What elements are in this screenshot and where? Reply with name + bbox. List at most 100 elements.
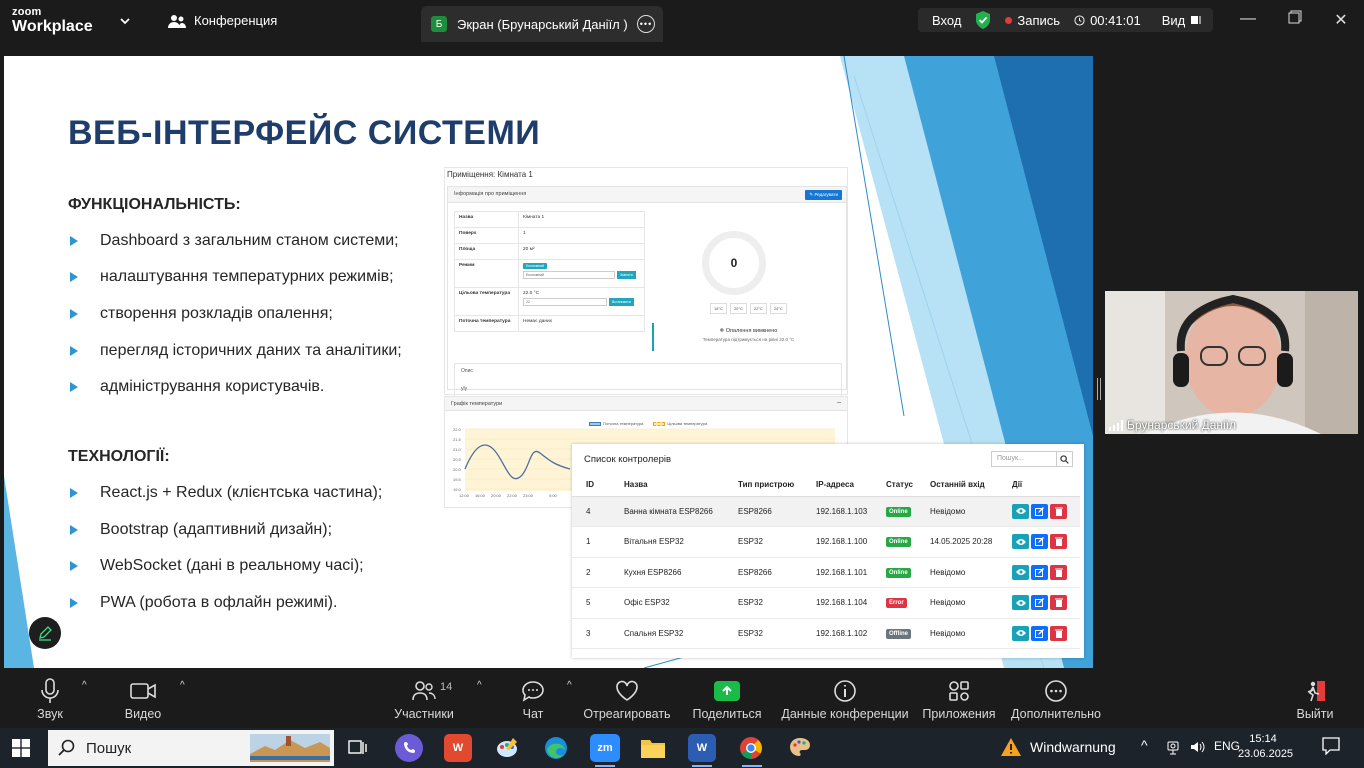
cell-actions	[998, 526, 1080, 558]
x-tick: 16:00	[475, 493, 486, 498]
cell-type: ESP32	[724, 526, 802, 558]
controllers-title: Список контролерів	[584, 454, 672, 465]
wps-office-icon[interactable]: W	[444, 734, 472, 762]
zoom-app-icon[interactable]: zm	[590, 734, 620, 762]
edit-icon	[1031, 595, 1048, 611]
edit-room-button: ✎ Редагувати	[805, 190, 842, 200]
participants-icon	[412, 681, 436, 701]
login-button[interactable]: Вход	[918, 13, 968, 28]
mode-select: Економний	[523, 271, 615, 279]
apps-button[interactable]: Приложения	[904, 678, 1014, 721]
network-camera-icon[interactable]	[1165, 739, 1181, 758]
x-tick: 20:00	[491, 493, 502, 498]
minimize-icon[interactable]: —	[1236, 10, 1260, 28]
windows-start-icon[interactable]	[12, 739, 30, 762]
meeting-info-button[interactable]: Данные конференции	[780, 678, 910, 721]
cell-id: 3	[572, 618, 610, 649]
edge-icon[interactable]	[542, 734, 570, 762]
chevron-down-icon[interactable]	[118, 14, 132, 28]
notifications-icon[interactable]	[1322, 737, 1340, 758]
paint-icon[interactable]	[493, 734, 521, 762]
volume-icon[interactable]	[1190, 739, 1206, 758]
meeting-status-bar: Вход Запись 00:41:01 Вид	[918, 8, 1213, 32]
share-arrow-icon	[714, 681, 740, 701]
zoom-logo: zoom Workplace	[12, 6, 93, 35]
video-camera-icon	[130, 683, 156, 699]
restore-icon[interactable]	[1283, 10, 1307, 29]
cell-actions	[998, 618, 1080, 649]
table-row: 3 Спальня ESP32 ESP32 192.168.1.102 Offline Н…	[572, 618, 1080, 649]
close-icon[interactable]: ✕	[1329, 10, 1353, 30]
bullet-triangle-icon	[70, 236, 78, 246]
cell-ip: 192.168.1.100	[802, 526, 872, 558]
cell-id: 2	[572, 557, 610, 588]
view-eye-icon	[1012, 534, 1029, 550]
taskbar-search[interactable]: Пошук	[48, 730, 334, 766]
react-button[interactable]: Отреагировать	[572, 678, 682, 721]
bullet-triangle-icon	[70, 309, 78, 319]
room-info-card: Інформація про приміщення ✎ Редагувати Н…	[447, 186, 847, 399]
input-language[interactable]: ENG	[1214, 739, 1240, 753]
status-badge: Online	[886, 567, 911, 578]
conference-tab[interactable]: Конференция	[168, 13, 277, 28]
collapse-icon: –	[837, 399, 841, 406]
delete-trash-icon	[1050, 625, 1067, 641]
edit-icon	[1031, 625, 1048, 641]
bullet-triangle-icon	[70, 561, 78, 571]
tray-expand-icon[interactable]: ^	[1141, 737, 1148, 753]
screen-share-tab[interactable]: Б Экран (Брунарський Даніїл ) •••	[421, 6, 663, 42]
splitter-handle[interactable]	[1097, 378, 1101, 400]
conference-label: Конференция	[194, 13, 278, 28]
record-indicator[interactable]: Запись	[998, 13, 1067, 28]
edit-icon	[1031, 503, 1048, 519]
y-tick: 22.0	[453, 427, 462, 432]
viber-icon[interactable]	[395, 734, 423, 762]
participant-name: Брунарський Даніїл	[1109, 418, 1236, 432]
functionality-heading: ФУНКЦІОНАЛЬНІСТЬ:	[68, 196, 241, 213]
list-item: PWA (робота в офлайн режимі).	[68, 594, 337, 612]
view-button[interactable]: Вид	[1148, 13, 1210, 28]
cell-ip: 192.168.1.102	[802, 618, 872, 649]
info-icon	[834, 680, 856, 702]
controllers-table-body: 4 Ванна кімната ESP8266 ESP8266 192.168.1.1…	[572, 496, 1080, 649]
cell-status: Online	[872, 557, 916, 588]
bullet-triangle-icon	[70, 346, 78, 356]
temperature-gauge: 0	[702, 231, 766, 295]
task-view-icon[interactable]	[344, 734, 372, 762]
target-temp-cell: 22.0 °C 22 Встановити	[518, 287, 645, 316]
share-screen-button[interactable]: Поделиться	[672, 678, 782, 721]
encryption-status[interactable]	[968, 11, 998, 29]
cell-actions	[998, 557, 1080, 588]
target-temp-input: 22	[523, 298, 607, 306]
cell-last-login: Невідомо	[916, 496, 998, 527]
apps-icon	[949, 681, 969, 701]
temp-preset-buttons: 18°C 20°C 22°C 24°C	[710, 303, 787, 314]
more-button[interactable]: Дополнительно	[1001, 678, 1111, 721]
search-highlight-image	[250, 734, 330, 762]
list-item: перегляд історичних даних та аналітики;	[68, 342, 402, 360]
cell-last-login: Невідомо	[916, 587, 998, 619]
list-item: Dashboard з загальним станом системи;	[68, 232, 399, 250]
leave-button[interactable]: Выйти	[1270, 678, 1360, 721]
chrome-icon[interactable]	[737, 734, 765, 762]
participants-count: 14	[440, 681, 453, 693]
file-explorer-icon[interactable]	[639, 734, 667, 762]
annotate-pen-button[interactable]	[29, 617, 61, 649]
status-badge: Offline	[886, 628, 911, 639]
word-icon[interactable]: W	[688, 734, 716, 762]
weather-widget[interactable]: Windwarnung	[1000, 737, 1116, 757]
participant-video-tile[interactable]: Брунарський Даніїл	[1105, 291, 1358, 434]
bullet-triangle-icon	[70, 488, 78, 498]
cell-actions	[998, 587, 1080, 619]
clock-icon	[1074, 14, 1085, 26]
x-tick: 12:00	[459, 493, 470, 498]
participants-button[interactable]: Участники	[369, 678, 479, 721]
y-tick: 21.5	[453, 437, 462, 442]
y-tick: 19.0	[453, 487, 462, 492]
zoom-window: zoom Workplace Конференция Б Экран (Брун…	[0, 0, 1364, 768]
cell-name: Офіс ESP32	[610, 587, 724, 619]
paint-palette-icon[interactable]	[786, 734, 814, 762]
taskbar-clock[interactable]: 15:14 23.06.2025	[1238, 732, 1293, 762]
more-icon[interactable]: •••	[637, 15, 655, 33]
set-temp-button: Встановити	[609, 298, 634, 306]
